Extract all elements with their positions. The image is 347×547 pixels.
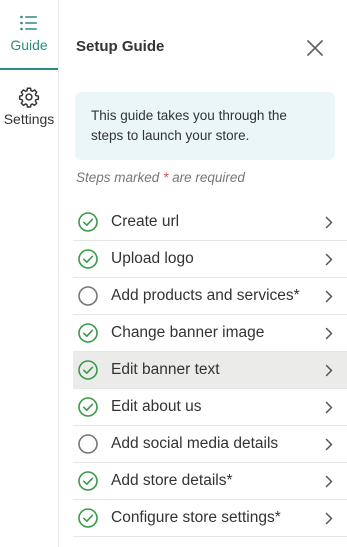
tab-guide-label: Guide [10,37,48,53]
chevron-right-icon [325,438,333,451]
intro-box: This guide takes you through the steps t… [75,92,335,160]
tab-guide[interactable]: Guide [0,12,58,70]
gear-icon [18,87,40,108]
step-row[interactable]: Edit about us [73,389,347,426]
check-circle-icon [78,323,98,343]
step-row[interactable]: Add social media details [73,426,347,463]
chevron-right-icon [325,216,333,229]
step-label: Configure store settings* [111,509,281,526]
step-label: Add products and services* [111,287,300,304]
check-circle-icon [78,360,98,380]
steps-list: Create url Upload logo Add products and … [73,204,347,537]
required-note-text-end: are required [168,170,245,185]
step-label: Edit banner text [111,361,220,378]
tab-settings[interactable]: Settings [0,86,58,134]
check-circle-icon [78,397,98,417]
chevron-right-icon [325,475,333,488]
step-label: Create url [111,213,180,230]
tab-settings-label: Settings [3,111,55,127]
check-circle-icon [78,471,98,491]
list-icon [20,15,37,31]
chevron-right-icon [325,401,333,414]
chevron-right-icon [325,290,333,303]
step-row[interactable]: Upload logo [73,241,347,278]
step-row[interactable]: Add store details* [73,463,347,500]
close-icon[interactable] [304,37,326,59]
step-row[interactable]: Create url [73,204,347,241]
step-label: Upload logo [111,250,194,267]
chevron-right-icon [325,327,333,340]
step-label: Add store details* [111,472,233,489]
step-label: Edit about us [111,398,202,415]
step-label: Change banner image [111,324,265,341]
step-row[interactable]: Configure store settings* [73,500,347,537]
side-rail: Guide Settings [0,0,59,547]
empty-circle-icon [78,286,98,306]
step-row-active[interactable]: Edit banner text [73,352,347,389]
chevron-right-icon [325,512,333,525]
setup-guide-panel: Setup Guide This guide takes you through… [60,0,347,547]
check-circle-icon [78,249,98,269]
step-label: Add social media details [111,435,279,452]
required-note: Steps marked * are required [76,170,245,185]
empty-circle-icon [78,434,98,454]
chevron-right-icon [325,253,333,266]
chevron-right-icon [325,364,333,377]
step-row[interactable]: Add products and services* [73,278,347,315]
required-note-text: Steps marked [76,170,164,185]
check-circle-icon [78,508,98,528]
check-circle-icon [78,212,98,232]
panel-title: Setup Guide [76,38,165,55]
step-row[interactable]: Change banner image [73,315,347,352]
